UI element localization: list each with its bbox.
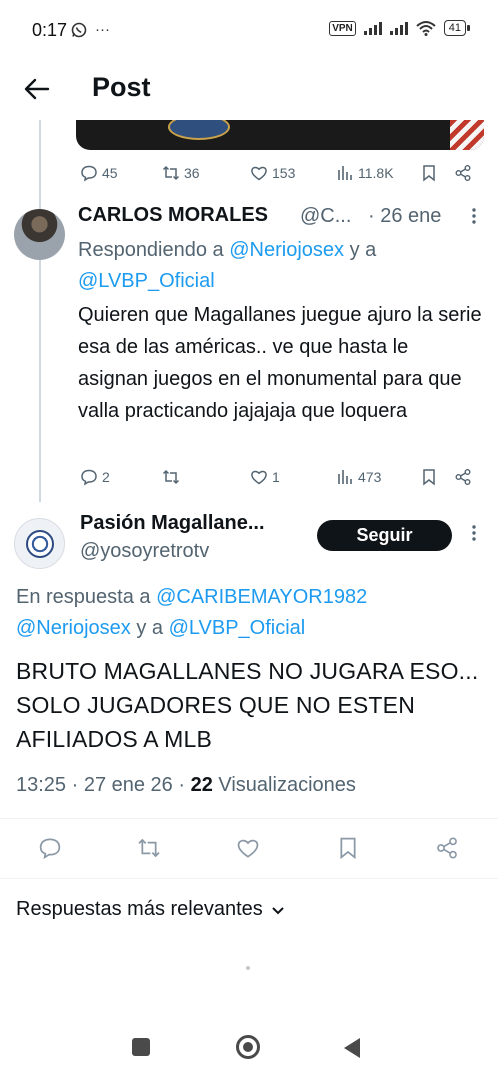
tweet-text: BRUTO MAGALLANES NO JUGARA ESO... SOLO J…	[16, 658, 479, 752]
views-button[interactable]: 473	[336, 468, 381, 486]
heart-icon	[251, 470, 267, 485]
mention-link[interactable]: @LVBP_Oficial	[78, 270, 215, 292]
like-button[interactable]: 1	[250, 468, 280, 486]
loading-indicator	[246, 966, 250, 970]
author-handle[interactable]: @yosoyretrotv	[80, 540, 209, 563]
author-name[interactable]: CARLOS MORALES	[78, 204, 268, 227]
mention-link[interactable]: @Neriojosex	[16, 617, 131, 639]
main-tweet-actions	[0, 832, 498, 866]
divider	[0, 878, 498, 879]
status-notification-icons: ···	[71, 21, 110, 38]
back-button[interactable]	[344, 1038, 360, 1058]
reply-button[interactable]: 2	[80, 468, 110, 486]
views-icon	[338, 470, 352, 484]
tweet-date[interactable]: · 26 ene	[368, 205, 441, 228]
divider	[0, 818, 498, 819]
author-name[interactable]: Pasión Magallane...	[80, 512, 265, 535]
repost-icon	[162, 469, 180, 485]
previous-tweet-image[interactable]	[76, 120, 484, 150]
reply-count: 2	[102, 469, 110, 485]
share-icon[interactable]	[454, 164, 472, 182]
share-icon[interactable]	[435, 836, 459, 860]
replies-sort-dropdown[interactable]: Respuestas más relevantes	[16, 898, 285, 921]
more-icon[interactable]	[464, 523, 484, 543]
mention-link[interactable]: @LVBP_Oficial	[169, 617, 306, 639]
logo-icon	[26, 530, 54, 558]
reply-count: 45	[102, 165, 118, 181]
like-button[interactable]: 153	[250, 164, 295, 182]
replying-to: Respondiendo a @Neriojosex y a @LVBP_Ofi…	[78, 235, 478, 297]
views-count: 11.8K	[358, 165, 394, 181]
battery-icon: 41	[443, 20, 471, 36]
views-label: Visualizaciones	[212, 774, 356, 796]
whatsapp-icon	[71, 22, 87, 37]
comment-icon	[81, 469, 97, 486]
mention-link[interactable]: @CARIBEMAYOR1982	[156, 586, 367, 608]
status-more: ···	[95, 21, 110, 38]
replying-join: y a	[344, 239, 377, 261]
repost-button[interactable]: 36	[162, 164, 200, 182]
post-header: Post	[0, 62, 498, 120]
repost-icon	[162, 165, 180, 181]
share-icon[interactable]	[454, 468, 472, 486]
repost-icon[interactable]	[137, 836, 161, 860]
tweet-timestamp[interactable]: 13:25 · 27 ene 26 ·	[16, 774, 191, 796]
status-time: 0:17	[32, 20, 68, 40]
bookmark-icon[interactable]	[420, 468, 438, 486]
recents-button[interactable]	[132, 1038, 150, 1056]
views-count: 22	[190, 774, 213, 796]
more-icon[interactable]	[464, 206, 484, 226]
heart-icon	[251, 166, 267, 181]
avatar[interactable]	[14, 518, 65, 569]
flag-image	[450, 120, 484, 150]
views-icon	[338, 166, 352, 180]
status-right-icons: VPN 41	[329, 20, 471, 36]
replying-join: y a	[130, 617, 169, 639]
mention-link[interactable]: @Neriojosex	[229, 239, 344, 261]
views-count: 473	[358, 469, 382, 485]
logo-badge	[168, 120, 230, 140]
repost-count: 36	[184, 165, 200, 181]
previous-tweet-actions: 45 36 153 11.8K	[80, 163, 480, 183]
replies-sort-label: Respuestas más relevantes	[16, 898, 263, 920]
reply-tweet-actions: 2 1 473	[80, 467, 480, 487]
wifi-icon	[416, 21, 436, 36]
replying-prefix: Respondiendo a	[78, 239, 230, 261]
signal-icon	[389, 21, 408, 35]
chevron-down-icon	[272, 906, 284, 914]
views-button[interactable]: 11.8K	[336, 164, 394, 182]
comment-icon	[81, 165, 97, 182]
thread-line	[39, 120, 41, 502]
avatar[interactable]	[14, 209, 65, 260]
tweet-meta: 13:25 · 27 ene 26 · 22 Visualizaciones	[16, 774, 356, 797]
bookmark-icon[interactable]	[336, 836, 360, 860]
repost-button[interactable]	[162, 468, 184, 486]
replying-to: En respuesta a @CARIBEMAYOR1982 @Neriojos…	[16, 582, 486, 644]
vpn-badge: VPN	[329, 20, 356, 36]
follow-button[interactable]: Seguir	[317, 520, 452, 551]
signal-icon	[363, 21, 382, 35]
back-arrow-icon[interactable]	[22, 74, 52, 104]
page-title: Post	[92, 72, 151, 102]
tweet-text: Quieren que Magallanes juegue ajuro la s…	[78, 304, 482, 422]
author-handle[interactable]: @C...	[300, 205, 351, 228]
like-count: 1	[272, 469, 280, 485]
reply-button[interactable]: 45	[80, 164, 118, 182]
heart-icon[interactable]	[236, 836, 260, 860]
like-count: 153	[272, 165, 296, 181]
home-button[interactable]	[236, 1035, 260, 1059]
replying-prefix: En respuesta a	[16, 586, 157, 608]
status-bar: 0:17 ··· VPN 41	[0, 0, 498, 62]
bookmark-icon[interactable]	[420, 164, 438, 182]
comment-icon[interactable]	[38, 836, 62, 860]
